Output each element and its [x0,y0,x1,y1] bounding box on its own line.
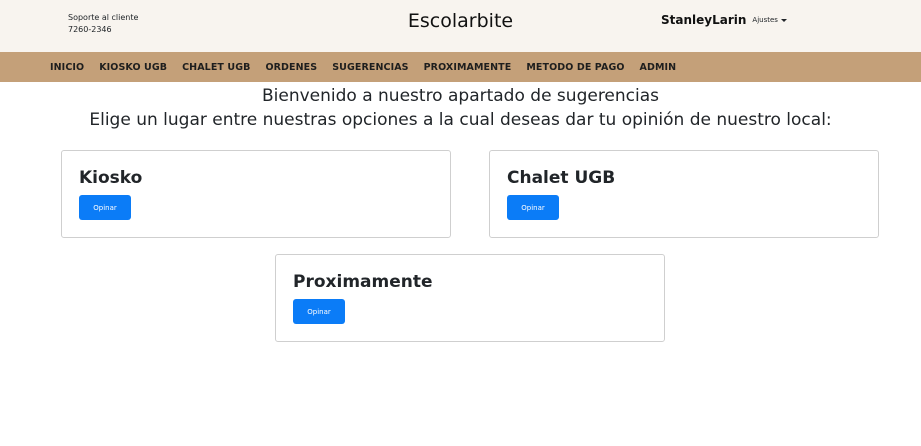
opinar-button-chalet[interactable]: Opinar [507,195,559,220]
card-title: Chalet UGB [507,168,616,188]
settings-dropdown[interactable]: Ajustes [752,16,787,24]
nav-proximamente[interactable]: PROXIMAMENTE [424,62,512,73]
customer-support: Soporte al cliente 7260-2346 [68,12,138,36]
top-header: Soporte al cliente 7260-2346 Escolarbite… [0,0,921,52]
card-title: Proximamente [293,272,433,292]
opinar-button-proximamente[interactable]: Opinar [293,299,345,324]
headline-welcome: Bienvenido a nuestro apartado de sugeren… [261,86,660,106]
nav-inicio[interactable]: INICIO [50,62,84,73]
support-label: Soporte al cliente [68,13,139,22]
page-headline: Bienvenido a nuestro apartado de sugeren… [0,84,921,132]
card-kiosko: Kiosko Opinar [61,150,451,238]
caret-down-icon [780,18,787,22]
nav-chalet-ugb[interactable]: CHALET UGB [182,62,250,73]
card-proximamente: Proximamente Opinar [275,254,665,342]
card-chalet-ugb: Chalet UGB Opinar [489,150,879,238]
card-title: Kiosko [79,168,143,188]
brand-title[interactable]: Escolarbite [408,10,513,32]
user-menu: StanleyLarin Ajustes [661,13,787,27]
username: StanleyLarin [661,13,747,27]
opinar-button-kiosko[interactable]: Opinar [79,195,131,220]
headline-instructions: Elige un lugar entre nuestras opciones a… [89,110,832,130]
nav-admin[interactable]: ADMIN [640,62,677,73]
settings-label: Ajustes [752,16,778,24]
nav-metodo-de-pago[interactable]: METODO DE PAGO [526,62,624,73]
nav-kiosko-ugb[interactable]: KIOSKO UGB [99,62,167,73]
nav-sugerencias[interactable]: SUGERENCIAS [332,62,408,73]
main-navbar: INICIO KIOSKO UGB CHALET UGB ORDENES SUG… [0,52,921,82]
nav-ordenes[interactable]: ORDENES [265,62,317,73]
support-phone: 7260-2346 [68,25,112,34]
